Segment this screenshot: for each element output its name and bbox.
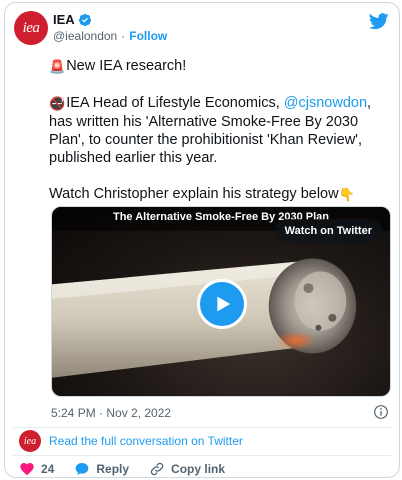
divider — [13, 455, 391, 456]
copy-link-label: Copy link — [171, 462, 226, 476]
read-conversation-link[interactable]: Read the full conversation on Twitter — [49, 434, 243, 448]
tweet-paragraph-2: 🚭IEA Head of Lifestyle Economics, @cjsno… — [49, 94, 389, 167]
watch-on-twitter-button[interactable]: Watch on Twitter — [274, 219, 382, 243]
like-count: 24 — [41, 462, 55, 476]
follow-button[interactable]: Follow — [129, 29, 167, 43]
pointing-down-emoji-icon: 👇 — [338, 187, 355, 202]
conversation-avatar: iea — [19, 430, 41, 452]
separator: · — [121, 29, 126, 43]
tweet-paragraph-3: Watch Christopher explain his strategy b… — [49, 185, 389, 204]
name-row: IEA — [53, 12, 92, 27]
handle[interactable]: @iealondon — [53, 29, 117, 43]
link-icon — [150, 462, 164, 476]
video-player[interactable]: The Alternative Smoke-Free By 2030 Plan … — [51, 206, 391, 397]
timestamp[interactable]: 5:24 PM · Nov 2, 2022 — [51, 406, 171, 420]
play-icon — [217, 296, 231, 312]
display-name[interactable]: IEA — [53, 12, 75, 27]
like-button[interactable]: 24 — [19, 461, 54, 477]
verified-badge-icon — [78, 13, 91, 26]
twitter-bird-icon[interactable] — [369, 13, 389, 30]
tweet-line-1: 🚨New IEA research! — [49, 57, 389, 76]
reply-bubble-icon — [76, 463, 89, 475]
play-button[interactable] — [197, 279, 247, 329]
tweet-text: 🚨New IEA research! 🚭IEA Head of Lifestyl… — [49, 57, 389, 222]
info-icon[interactable] — [373, 404, 389, 420]
action-bar: 24 Reply Copy link — [19, 461, 225, 477]
handle-row: @iealondon · Follow — [53, 29, 167, 43]
tweet-paragraph-2-before: IEA Head of Lifestyle Economics, — [66, 95, 284, 111]
tweet-header: iea IEA @iealondon · Follow — [5, 3, 399, 49]
heart-icon — [20, 463, 34, 476]
avatar[interactable]: iea — [14, 11, 48, 45]
tweet-paragraph-3-text: Watch Christopher explain his strategy b… — [49, 186, 339, 202]
reply-button[interactable]: Reply — [74, 461, 129, 477]
tweet-line-1-text: New IEA research! — [66, 58, 187, 74]
reply-label: Reply — [96, 462, 130, 476]
siren-emoji-icon: 🚨 — [49, 59, 66, 74]
copy-link-button[interactable]: Copy link — [149, 461, 225, 477]
read-conversation-row[interactable]: iea Read the full conversation on Twitte… — [19, 430, 243, 452]
no-smoking-emoji-icon: 🚭 — [49, 96, 66, 111]
divider — [13, 427, 391, 428]
mention-link[interactable]: @cjsnowdon — [284, 95, 367, 111]
tweet-card: iea IEA @iealondon · Follow 🚨New IEA res… — [4, 2, 400, 478]
